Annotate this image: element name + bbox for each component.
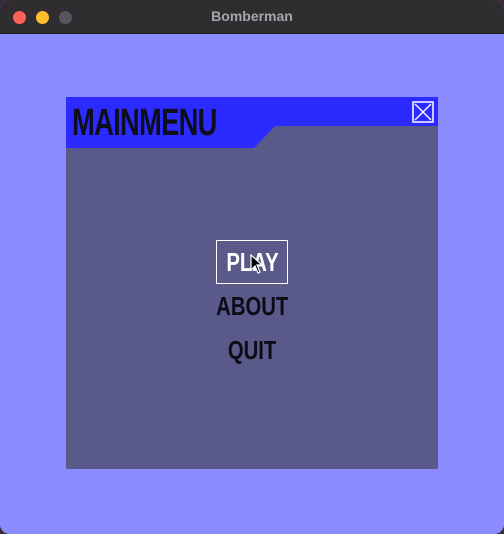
app-window: Bomberman MAINMENU PLAY ABOUT QUIT [0, 0, 504, 534]
window-title: Bomberman [211, 8, 293, 24]
about-button[interactable]: ABOUT [66, 284, 438, 328]
close-x-icon[interactable] [412, 101, 434, 123]
panel-title: MAINMENU [72, 102, 217, 144]
menu-list: PLAY ABOUT QUIT [66, 240, 438, 372]
game-canvas: MAINMENU PLAY ABOUT QUIT [0, 34, 504, 534]
about-label: ABOUT [215, 291, 289, 321]
title-bar: Bomberman [0, 0, 504, 34]
panel-header: MAINMENU [66, 97, 438, 149]
play-button[interactable]: PLAY [216, 240, 288, 284]
play-label: PLAY [225, 247, 279, 277]
main-menu-panel: MAINMENU PLAY ABOUT QUIT [66, 97, 438, 469]
quit-button[interactable]: QUIT [66, 328, 438, 372]
quit-label: QUIT [227, 335, 277, 365]
